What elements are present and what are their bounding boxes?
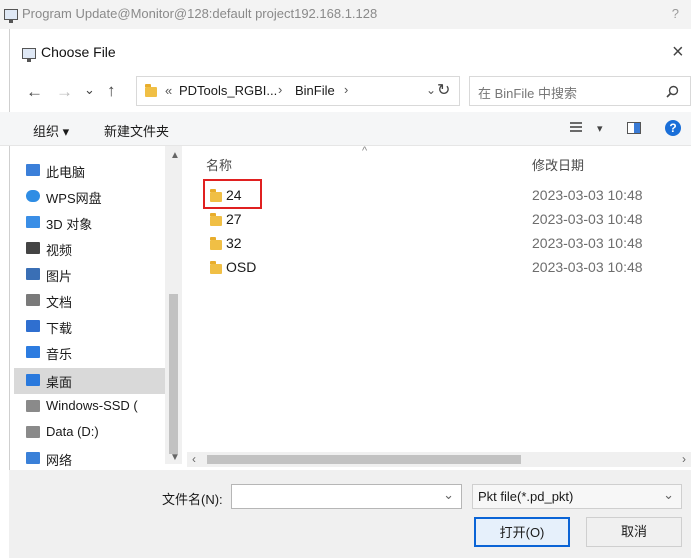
sidebar-item[interactable]: 桌面 [24, 368, 169, 392]
desktop-icon [26, 374, 40, 386]
sidebar-item-label: WPS网盘 [46, 191, 102, 206]
download-icon [26, 320, 40, 332]
sidebar-item[interactable]: 音乐 [24, 340, 169, 364]
sidebar-scrollbar[interactable]: ▲ ▼ [165, 146, 182, 464]
file-name[interactable]: 27 [226, 211, 242, 227]
monitor-icon [4, 9, 18, 23]
sidebar-item-label: 文档 [46, 295, 73, 310]
sidebar-item[interactable]: 文档 [24, 288, 169, 312]
sidebar-item[interactable]: 图片 [24, 262, 169, 286]
computer-icon [26, 164, 40, 176]
search-input[interactable]: 在 BinFile 中搜索 [469, 76, 691, 106]
forward-button[interactable]: → [56, 83, 73, 100]
folder-icon [210, 237, 222, 250]
sidebar-item-label: Windows-SSD ( [46, 398, 138, 413]
dialog-title: Choose File [41, 44, 116, 60]
column-header-date[interactable]: 修改日期 [532, 155, 584, 174]
back-button[interactable]: ← [26, 83, 43, 100]
breadcrumb-item[interactable]: PDTools_RGBI... [179, 83, 277, 98]
sidebar-item[interactable]: Windows-SSD ( [24, 394, 169, 418]
file-row[interactable]: OSD 2023-03-03 10:48 [204, 257, 664, 279]
sidebar-item-label: 桌面 [46, 375, 73, 390]
sidebar-item-label: 音乐 [46, 347, 73, 362]
breadcrumb-separator[interactable]: › [278, 82, 282, 97]
scroll-left-arrow-icon[interactable]: ‹ [192, 452, 196, 466]
filename-label: 文件名(N): [162, 492, 223, 507]
breadcrumb-overflow[interactable]: « [165, 83, 172, 98]
file-name[interactable]: 32 [226, 235, 242, 251]
folder-icon [210, 213, 222, 226]
sidebar-item-label: Data (D:) [46, 424, 99, 439]
scroll-right-arrow-icon[interactable]: › [682, 452, 686, 466]
music-icon [26, 346, 40, 358]
video-icon [26, 242, 40, 254]
file-modified-date: 2023-03-03 10:48 [532, 235, 643, 251]
sidebar-item-label: 3D 对象 [46, 217, 93, 232]
preview-pane-icon[interactable] [627, 122, 641, 134]
help-icon[interactable]: ? [665, 120, 681, 136]
sidebar-item[interactable]: 此电脑 [24, 158, 169, 182]
address-dropdown-chevron-icon[interactable]: ⌄ [426, 83, 436, 97]
highlight-annotation [203, 179, 262, 209]
folder-icon [145, 84, 157, 97]
refresh-button[interactable]: ↻ [437, 83, 450, 99]
address-bar[interactable]: « PDTools_RGBI... › BinFile › ⌄ [136, 76, 460, 106]
scroll-down-arrow-icon[interactable]: ▼ [170, 452, 180, 463]
column-header-name[interactable]: 名称 [206, 155, 232, 174]
sidebar-item-label: 视频 [46, 243, 73, 258]
file-row[interactable]: 24 2023-03-03 10:48 [204, 185, 664, 207]
recent-locations-button[interactable]: ⌄ [84, 82, 95, 98]
scroll-up-arrow-icon[interactable]: ▲ [170, 150, 180, 161]
sidebar-item[interactable]: 3D 对象 [24, 210, 169, 234]
file-row[interactable]: 27 2023-03-03 10:48 [204, 209, 664, 231]
file-name[interactable]: OSD [226, 259, 256, 275]
file-row[interactable]: 32 2023-03-03 10:48 [204, 233, 664, 255]
filetype-chevron-icon[interactable]: ⌄ [663, 487, 674, 503]
horizontal-scrollbar[interactable]: ‹ › [187, 452, 691, 467]
view-list-icon[interactable] [570, 121, 582, 133]
filename-input[interactable]: ⌄ [231, 484, 462, 509]
document-icon [26, 294, 40, 306]
scrollbar-thumb[interactable] [169, 294, 178, 454]
outer-window-title: Program Update@Monitor@128:default proje… [22, 6, 378, 21]
cube-icon [26, 216, 40, 228]
drive-icon [26, 400, 40, 412]
sidebar-item-label: 此电脑 [46, 165, 86, 180]
outer-window-titlebar: Program Update@Monitor@128:default proje… [0, 0, 691, 29]
hscrollbar-thumb[interactable] [207, 455, 521, 464]
filetype-select[interactable]: Pkt file(*.pd_pkt) ⌄ [472, 484, 682, 509]
sidebar-item[interactable]: 视频 [24, 236, 169, 260]
picture-icon [26, 268, 40, 280]
file-modified-date: 2023-03-03 10:48 [532, 211, 643, 227]
open-button[interactable]: 打开(O) [474, 517, 570, 547]
close-button[interactable]: × [672, 41, 684, 64]
filetype-value: Pkt file(*.pd_pkt) [478, 489, 574, 504]
file-modified-date: 2023-03-03 10:48 [532, 259, 643, 275]
sidebar-item[interactable]: 网络 [24, 446, 169, 470]
sidebar-item-label: 下载 [46, 321, 73, 336]
sidebar-item[interactable]: WPS网盘 [24, 184, 169, 208]
sidebar-item[interactable]: 下载 [24, 314, 169, 338]
cloud-icon [26, 190, 40, 202]
sidebar-item[interactable]: Data (D:) [24, 420, 169, 444]
sort-ascending-icon: ^ [362, 145, 368, 157]
drive-icon [26, 426, 40, 438]
filename-dropdown-chevron-icon[interactable]: ⌄ [443, 487, 454, 503]
search-placeholder: 在 BinFile 中搜索 [478, 86, 577, 101]
new-folder-button[interactable]: 新建文件夹 [104, 121, 169, 140]
breadcrumb-separator[interactable]: › [344, 82, 348, 97]
network-icon [26, 452, 40, 464]
help-button[interactable]: ? [672, 6, 679, 21]
organize-menu[interactable]: 组织 ▾ [33, 121, 69, 140]
file-modified-date: 2023-03-03 10:48 [532, 187, 643, 203]
up-button[interactable]: ↑ [107, 82, 116, 99]
cancel-button[interactable]: 取消 [586, 517, 682, 547]
view-options-chevron-icon[interactable]: ▾ [597, 122, 603, 135]
folder-icon [210, 261, 222, 274]
dialog-app-icon [22, 48, 36, 62]
search-icon[interactable] [666, 85, 679, 98]
sidebar-item-label: 网络 [46, 453, 73, 468]
sidebar-item-label: 图片 [46, 269, 73, 284]
breadcrumb-item[interactable]: BinFile [295, 83, 335, 98]
